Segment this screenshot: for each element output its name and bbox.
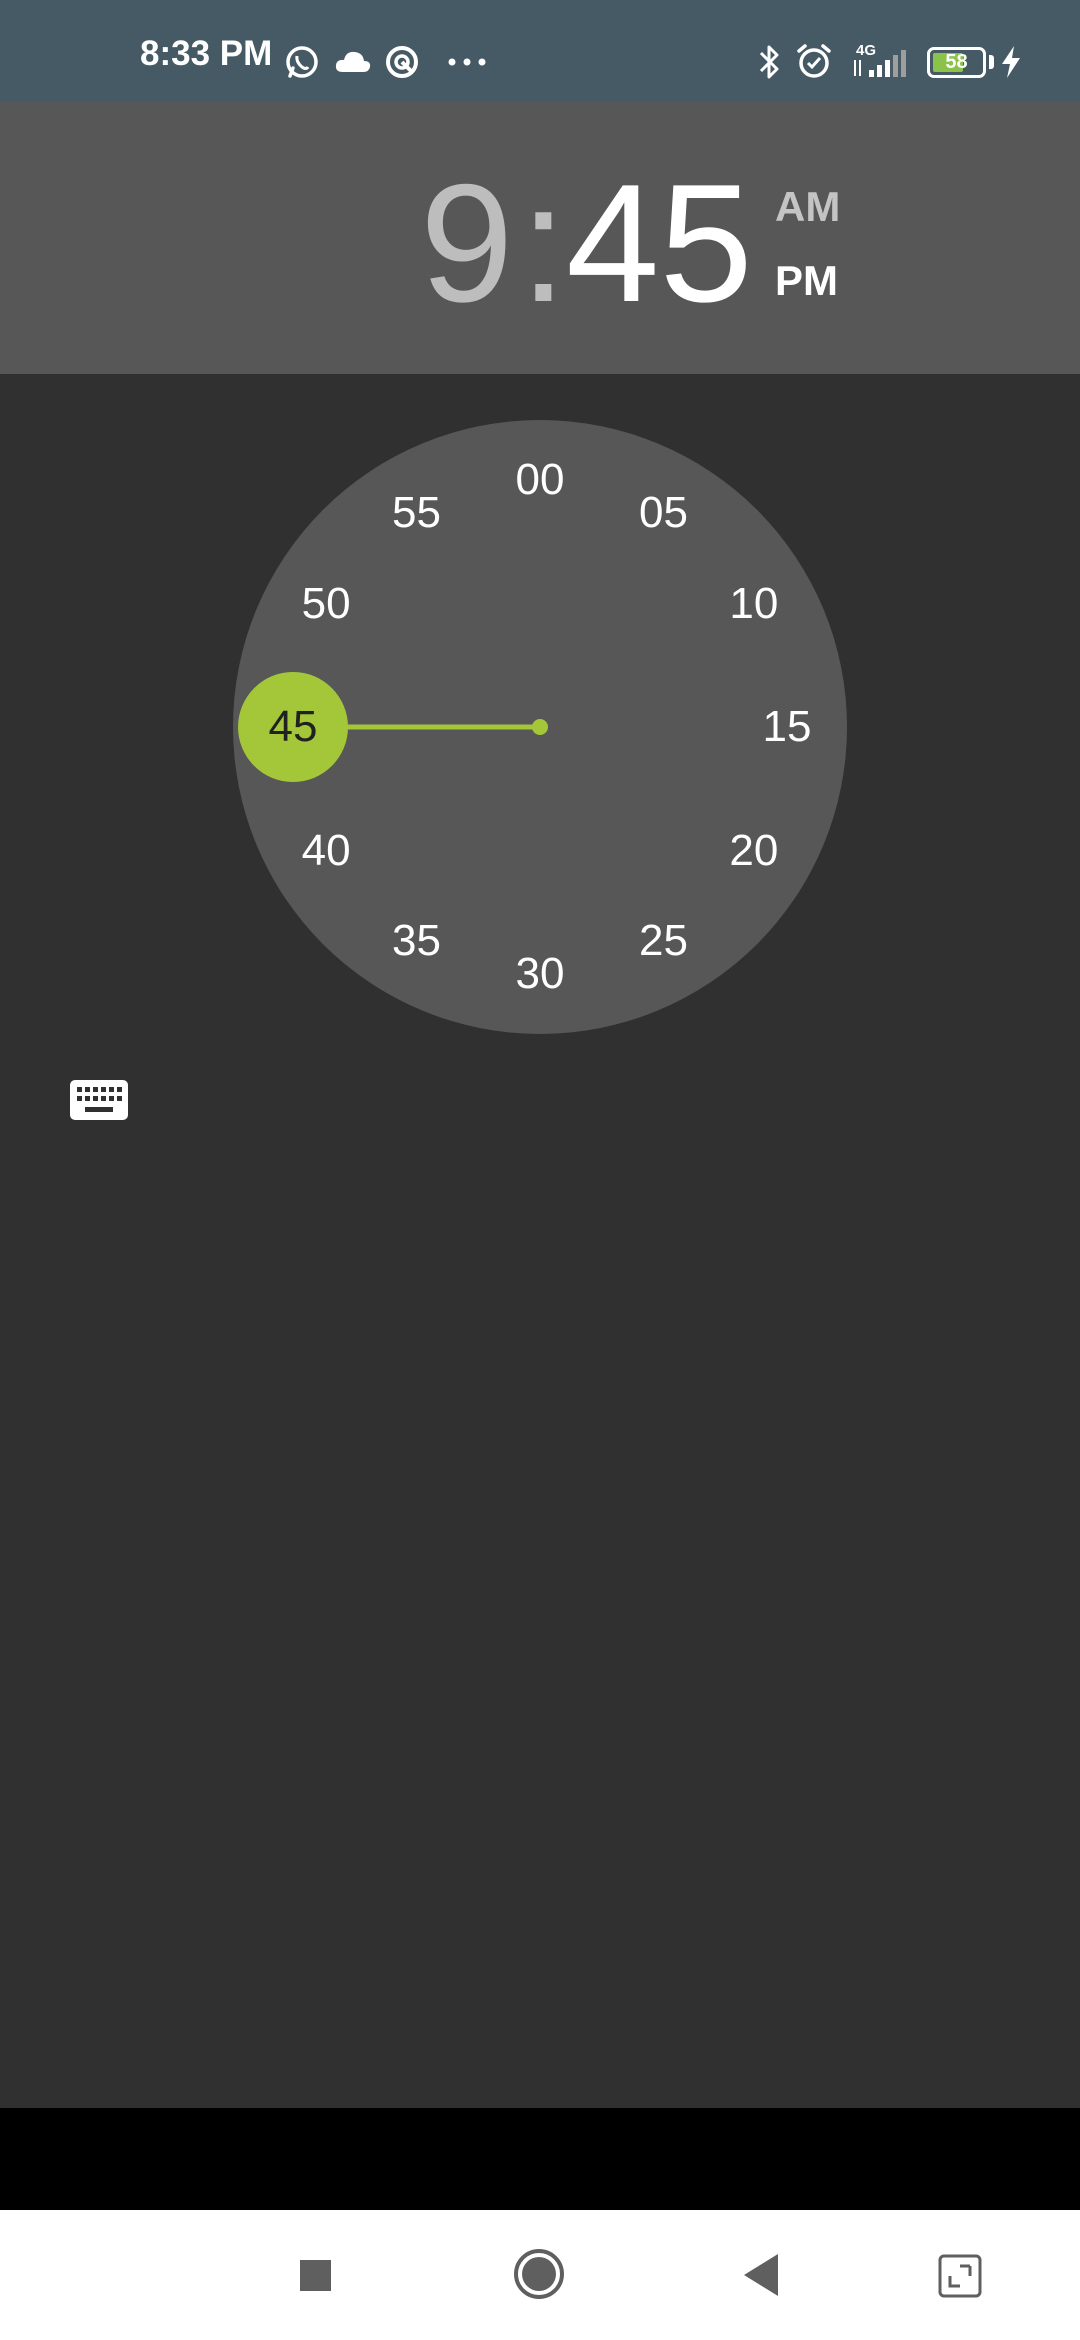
home-icon[interactable] — [480, 2210, 600, 2340]
back-icon[interactable] — [700, 2210, 820, 2340]
clock-number-10[interactable]: 10 — [709, 579, 799, 629]
clock-number-25[interactable]: 25 — [619, 916, 709, 966]
time-separator: : — [520, 149, 567, 337]
clock-number-15[interactable]: 15 — [742, 702, 832, 752]
navigation-bar — [0, 2210, 1080, 2340]
bottom-strip — [0, 2108, 1080, 2210]
clock-number-40[interactable]: 40 — [281, 826, 371, 876]
time-picker-screen: 8:33 PM 4G 58 9: 45 AM PM 00 05 10 15 2… — [0, 0, 1080, 2340]
sync-icon — [386, 46, 418, 78]
hour-display[interactable]: 9 — [420, 159, 513, 327]
more-icon — [448, 58, 486, 66]
alarm-icon — [797, 44, 831, 78]
whatsapp-icon — [286, 46, 318, 78]
clock-number-35[interactable]: 35 — [372, 916, 462, 966]
battery-icon: 58 — [927, 47, 986, 78]
clock-number-45[interactable]: 45 — [248, 702, 338, 752]
charging-icon — [1002, 46, 1020, 78]
screenshot-icon[interactable] — [898, 2210, 1018, 2340]
time-header: 9 : 45 AM PM — [0, 101, 1080, 374]
keyboard-icon[interactable] — [70, 1078, 128, 1122]
status-time: 8:33 PM — [140, 34, 273, 73]
status-bar: 8:33 PM 4G 58 — [0, 0, 1080, 101]
signal-icon — [854, 50, 906, 77]
pm-toggle[interactable]: PM — [775, 260, 838, 302]
clock-number-05[interactable]: 05 — [619, 488, 709, 538]
battery-level: 58 — [945, 51, 968, 73]
bluetooth-icon — [759, 45, 779, 79]
clock-number-20[interactable]: 20 — [709, 826, 799, 876]
minute-display[interactable]: 45 — [566, 159, 753, 327]
clock-number-55[interactable]: 55 — [372, 488, 462, 538]
am-toggle[interactable]: AM — [775, 186, 840, 228]
cloud-icon — [335, 51, 371, 72]
clock-number-50[interactable]: 50 — [281, 579, 371, 629]
clock-number-00[interactable]: 00 — [495, 455, 585, 505]
recents-icon[interactable] — [255, 2210, 375, 2340]
clock-number-30[interactable]: 30 — [495, 949, 585, 999]
